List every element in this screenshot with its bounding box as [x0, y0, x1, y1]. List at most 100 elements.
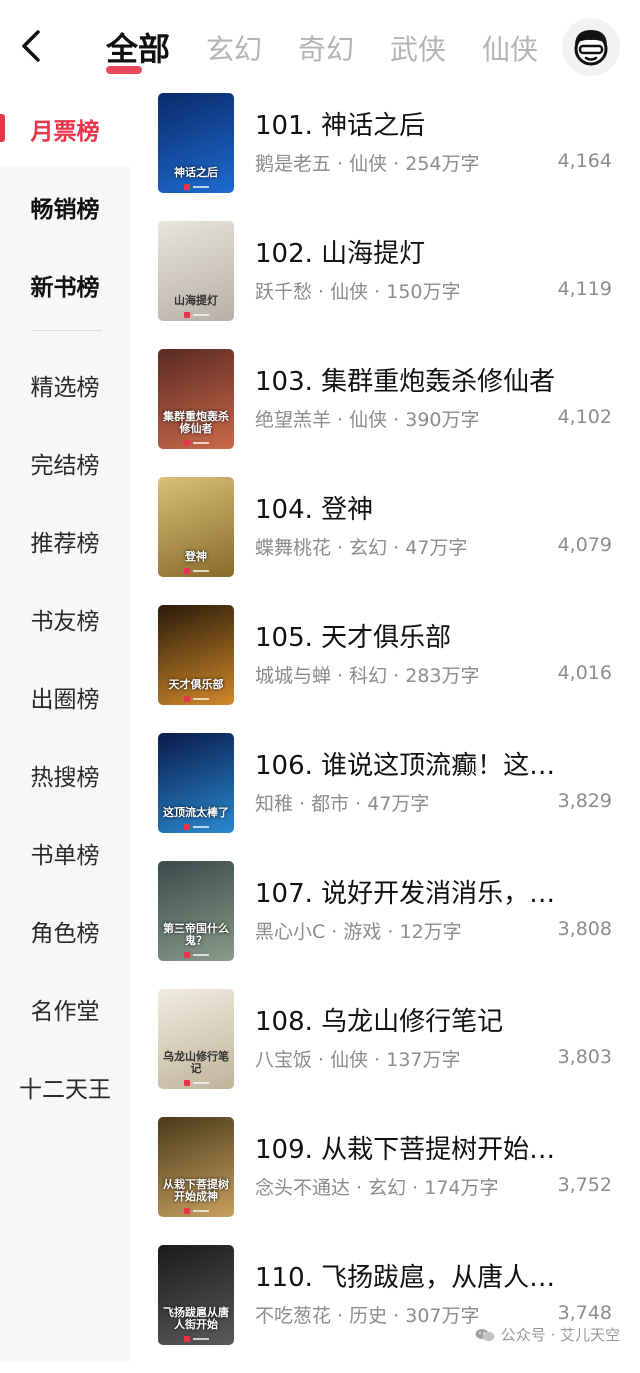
book-list-item[interactable]: 从栽下菩提树开始成神 109. 从栽下菩提树开始… 念头不通达 · 玄幻 · 1…	[130, 1117, 640, 1245]
sidebar-item-label: 月票榜	[30, 119, 100, 145]
publisher-logo-icon	[158, 1335, 234, 1343]
sidebar-item-booklist[interactable]: 书单榜	[0, 836, 130, 870]
sidebar-item-twelve-kings[interactable]: 十二天王	[0, 1070, 130, 1104]
book-meta: 蝶舞桃花 · 玄幻 · 47万字	[255, 537, 468, 559]
wechat-icon	[475, 1329, 495, 1342]
book-ticket-count: 3,808	[557, 918, 612, 940]
tab-xuanhuan[interactable]: 玄幻	[206, 28, 262, 68]
tab-label: 武侠	[390, 33, 447, 66]
book-meta: 黑心小C · 游戏 · 12万字	[255, 921, 462, 943]
publisher-logo-icon	[158, 183, 234, 191]
sidebar-item-label: 出圈榜	[30, 687, 100, 713]
tab-xianxia[interactable]: 仙侠	[482, 28, 538, 68]
book-cover-title: 飞扬跋扈从唐人街开始	[163, 1306, 229, 1331]
top-bar: 全部 玄幻 奇幻 武侠 仙侠	[0, 0, 640, 92]
tab-label: 仙侠	[482, 33, 539, 66]
sidebar-item-monthly-ticket[interactable]: 月票榜	[0, 112, 130, 146]
book-meta: 跃千愁 · 仙侠 · 150万字	[255, 281, 461, 303]
tab-label: 玄幻	[206, 33, 263, 66]
book-title: 105. 天才俱乐部	[255, 623, 452, 653]
book-meta: 念头不通达 · 玄幻 · 174万字	[255, 1177, 499, 1199]
book-ticket-count: 3,829	[557, 790, 612, 812]
tab-label: 奇幻	[298, 33, 355, 66]
book-ticket-count: 3,748	[557, 1302, 612, 1324]
book-title: 109. 从栽下菩提树开始…	[255, 1135, 556, 1165]
book-cover-title: 神话之后	[174, 166, 218, 179]
sidebar-item-character[interactable]: 角色榜	[0, 914, 130, 948]
sidebar-item-label: 名作堂	[30, 999, 100, 1025]
publisher-logo-icon	[158, 567, 234, 575]
sidebar-item-label: 畅销榜	[30, 197, 100, 223]
book-list-item[interactable]: 登神 104. 登神 蝶舞桃花 · 玄幻 · 47万字 4,079	[130, 477, 640, 605]
book-list-item[interactable]: 集群重炮轰杀修仙者 103. 集群重炮轰杀修仙者 绝望羔羊 · 仙侠 · 390…	[130, 349, 640, 477]
sidebar-item-label: 书友榜	[30, 609, 100, 635]
sidebar-item-breakout[interactable]: 出圈榜	[0, 680, 130, 714]
book-list-item[interactable]: 山海提灯 102. 山海提灯 跃千愁 · 仙侠 · 150万字 4,119	[130, 221, 640, 349]
book-cover-title: 登神	[185, 550, 207, 563]
chevron-left-icon	[22, 30, 40, 62]
back-button[interactable]	[14, 26, 50, 66]
sidebar-item-hot-search[interactable]: 热搜榜	[0, 758, 130, 792]
book-title: 103. 集群重炮轰杀修仙者	[255, 367, 556, 397]
sidebar-item-bestseller[interactable]: 畅销榜	[0, 190, 130, 224]
book-cover-title: 集群重炮轰杀修仙者	[163, 410, 229, 435]
sidebar-item-label: 热搜榜	[30, 765, 100, 791]
avatar-face-icon	[574, 30, 608, 66]
book-ticket-count: 4,102	[557, 406, 612, 428]
book-cover: 天才俱乐部	[158, 605, 234, 705]
book-cover: 神话之后	[158, 93, 234, 193]
book-meta: 绝望羔羊 · 仙侠 · 390万字	[255, 409, 480, 431]
book-title: 101. 神话之后	[255, 111, 426, 141]
sidebar-item-completed[interactable]: 完结榜	[0, 446, 130, 480]
book-list-item[interactable]: 天才俱乐部 105. 天才俱乐部 城城与蝉 · 科幻 · 283万字 4,016	[130, 605, 640, 733]
book-cover: 飞扬跋扈从唐人街开始	[158, 1245, 234, 1345]
book-list-item[interactable]: 飞扬跋扈从唐人街开始 110. 飞扬跋扈，从唐人… 不吃葱花 · 历史 · 30…	[130, 1245, 640, 1373]
sidebar-item-new-books[interactable]: 新书榜	[0, 268, 130, 302]
book-title: 104. 登神	[255, 495, 374, 525]
tab-label: 全部	[106, 30, 171, 68]
book-cover: 乌龙山修行笔记	[158, 989, 234, 1089]
book-meta: 城城与蝉 · 科幻 · 283万字	[255, 665, 480, 687]
sidebar-item-recommended[interactable]: 推荐榜	[0, 524, 130, 558]
profile-avatar-button[interactable]	[562, 18, 620, 76]
book-title: 102. 山海提灯	[255, 239, 426, 269]
book-ticket-count: 3,752	[557, 1174, 612, 1196]
book-title: 110. 飞扬跋扈，从唐人…	[255, 1263, 556, 1293]
publisher-logo-icon	[158, 823, 234, 831]
ranking-sidebar: 月票榜 畅销榜 新书榜 精选榜 完结榜 推荐榜 书友榜 出圈榜 热搜榜 书单榜 …	[0, 92, 130, 1362]
book-meta: 鹅是老五 · 仙侠 · 254万字	[255, 153, 480, 175]
watermark-text: 公众号 · 艾儿天空	[500, 1326, 620, 1344]
publisher-logo-icon	[158, 695, 234, 703]
book-list-item[interactable]: 神话之后 101. 神话之后 鹅是老五 · 仙侠 · 254万字 4,164	[130, 93, 640, 221]
sidebar-item-masterpiece-hall[interactable]: 名作堂	[0, 992, 130, 1026]
sidebar-item-label: 书单榜	[30, 843, 100, 869]
tab-all[interactable]: 全部	[106, 24, 171, 74]
book-ticket-count: 4,164	[557, 150, 612, 172]
watermark: 公众号 · 艾儿天空	[475, 1324, 620, 1345]
sidebar-item-label: 完结榜	[30, 453, 100, 479]
book-list-item[interactable]: 这顶流太棒了 106. 谁说这顶流癫！这… 知稚 · 都市 · 47万字 3,8…	[130, 733, 640, 861]
publisher-logo-icon	[158, 1207, 234, 1215]
book-ticket-count: 4,119	[557, 278, 612, 300]
book-cover-title: 这顶流太棒了	[163, 806, 229, 819]
sidebar-item-label: 精选榜	[30, 375, 100, 401]
sidebar-item-selected[interactable]: 精选榜	[0, 368, 130, 402]
book-cover: 这顶流太棒了	[158, 733, 234, 833]
book-list-item[interactable]: 乌龙山修行笔记 108. 乌龙山修行笔记 八宝饭 · 仙侠 · 137万字 3,…	[130, 989, 640, 1117]
sidebar-item-label: 十二天王	[19, 1077, 111, 1103]
book-cover-title: 天才俱乐部	[168, 678, 224, 691]
book-title: 107. 说好开发消消乐，…	[255, 879, 556, 909]
tab-wuxia[interactable]: 武侠	[390, 28, 446, 68]
book-ticket-count: 4,079	[557, 534, 612, 556]
book-title: 108. 乌龙山修行笔记	[255, 1007, 504, 1037]
book-cover: 从栽下菩提树开始成神	[158, 1117, 234, 1217]
book-list-item[interactable]: 第三帝国什么鬼？ 107. 说好开发消消乐，… 黑心小C · 游戏 · 12万字…	[130, 861, 640, 989]
book-meta: 不吃葱花 · 历史 · 307万字	[255, 1305, 480, 1327]
sidebar-item-label: 推荐榜	[30, 531, 100, 557]
sidebar-item-reader-friends[interactable]: 书友榜	[0, 602, 130, 636]
book-ticket-count: 4,016	[557, 662, 612, 684]
tab-qihuan[interactable]: 奇幻	[298, 28, 354, 68]
sidebar-divider	[32, 330, 102, 331]
book-cover-title: 山海提灯	[174, 294, 218, 307]
book-cover-title: 从栽下菩提树开始成神	[163, 1178, 229, 1203]
